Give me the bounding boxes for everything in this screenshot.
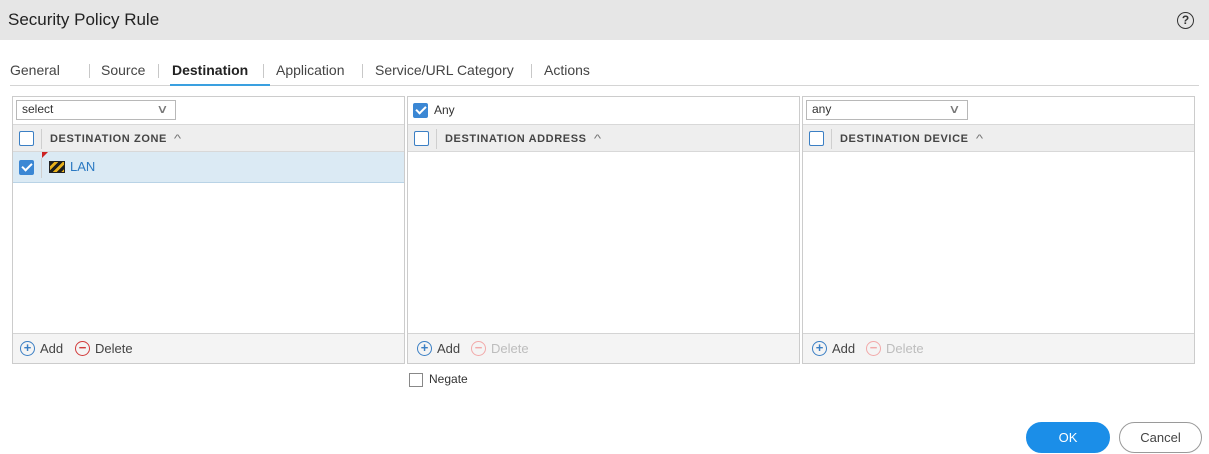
- active-tab-indicator: [170, 84, 270, 86]
- column-divider: [436, 129, 437, 149]
- zone-panel-footer: + Add − Delete: [13, 333, 404, 363]
- tab-divider: [362, 64, 363, 78]
- zone-grid-header: DESTINATION ZONE ^: [13, 124, 404, 152]
- destination-device-panel: any ∨ DESTINATION DEVICE ^ + Add − Delete: [802, 96, 1195, 364]
- device-add-label: Add: [832, 341, 856, 356]
- tab-actions[interactable]: Actions: [544, 62, 590, 78]
- destination-device-header-label: DESTINATION DEVICE: [840, 133, 969, 145]
- destination-zone-header-label: DESTINATION ZONE: [50, 133, 167, 145]
- destination-address-panel: Any DESTINATION ADDRESS ^ + Add − Delete: [407, 96, 800, 364]
- column-divider: [831, 129, 832, 149]
- zone-panel-toolbar: select ∨: [13, 97, 404, 124]
- device-delete-label: Delete: [886, 341, 924, 356]
- minus-circle-icon: −: [471, 341, 486, 356]
- destination-zone-column-header[interactable]: DESTINATION ZONE ^: [50, 133, 181, 145]
- destination-zone-panel: select ∨ DESTINATION ZONE ^ LAN + Add − D…: [12, 96, 405, 364]
- destination-device-column-header[interactable]: DESTINATION DEVICE ^: [840, 133, 984, 145]
- tab-divider: [263, 64, 264, 78]
- address-grid-header: DESTINATION ADDRESS ^: [408, 124, 799, 152]
- address-any-label: Any: [434, 103, 455, 117]
- address-delete-label: Delete: [491, 341, 529, 356]
- destination-address-column-header[interactable]: DESTINATION ADDRESS ^: [445, 133, 602, 145]
- device-panel-footer: + Add − Delete: [803, 333, 1194, 363]
- plus-circle-icon: +: [812, 341, 827, 356]
- tab-general[interactable]: General: [10, 62, 60, 78]
- chevron-down-icon: ∨: [156, 102, 169, 116]
- address-panel-toolbar: Any: [408, 97, 799, 124]
- column-divider: [41, 129, 42, 149]
- zone-select-dropdown[interactable]: select ∨: [16, 100, 176, 120]
- plus-circle-icon: +: [20, 341, 35, 356]
- zone-icon: [49, 161, 65, 173]
- tab-divider: [531, 64, 532, 78]
- ok-button[interactable]: OK: [1026, 422, 1110, 453]
- sort-caret-icon: ^: [593, 133, 602, 145]
- zone-row-checkbox[interactable]: [19, 160, 34, 175]
- device-select-value: any: [812, 102, 832, 116]
- zone-lan-link[interactable]: LAN: [70, 159, 95, 174]
- tab-divider: [89, 64, 90, 78]
- address-select-all-checkbox[interactable]: [414, 131, 429, 146]
- modified-flag-icon: [42, 152, 48, 158]
- zone-delete-label: Delete: [95, 341, 133, 356]
- negate-label: Negate: [429, 372, 468, 386]
- tab-destination[interactable]: Destination: [172, 62, 248, 78]
- zone-add-label: Add: [40, 341, 64, 356]
- tab-source[interactable]: Source: [101, 62, 145, 78]
- cancel-button[interactable]: Cancel: [1119, 422, 1202, 453]
- minus-circle-icon: −: [75, 341, 90, 356]
- tab-divider: [158, 64, 159, 78]
- minus-circle-icon: −: [866, 341, 881, 356]
- device-select-dropdown[interactable]: any ∨: [806, 100, 968, 120]
- dialog-title: Security Policy Rule: [8, 10, 160, 29]
- help-icon[interactable]: ?: [1177, 12, 1194, 29]
- zone-select-value: select: [22, 102, 54, 116]
- plus-circle-icon: +: [417, 341, 432, 356]
- tab-service-url-category[interactable]: Service/URL Category: [375, 62, 514, 78]
- address-any-checkbox[interactable]: [413, 103, 428, 118]
- title-bar: Security Policy Rule ?: [0, 0, 1209, 40]
- device-panel-toolbar: any ∨: [803, 97, 1194, 124]
- sort-caret-icon: ^: [975, 133, 984, 145]
- destination-address-header-label: DESTINATION ADDRESS: [445, 133, 587, 145]
- zone-select-all-checkbox[interactable]: [19, 131, 34, 146]
- chevron-down-icon: ∨: [948, 102, 961, 116]
- negate-checkbox[interactable]: [409, 373, 423, 387]
- address-add-label: Add: [437, 341, 461, 356]
- sort-caret-icon: ^: [173, 133, 182, 145]
- tab-application[interactable]: Application: [276, 62, 345, 78]
- column-divider: [41, 158, 42, 178]
- table-row[interactable]: LAN: [13, 152, 404, 183]
- device-select-all-checkbox[interactable]: [809, 131, 824, 146]
- device-grid-header: DESTINATION DEVICE ^: [803, 124, 1194, 152]
- tab-bar: General Source Destination Application S…: [10, 54, 1199, 86]
- address-panel-footer: + Add − Delete: [408, 333, 799, 363]
